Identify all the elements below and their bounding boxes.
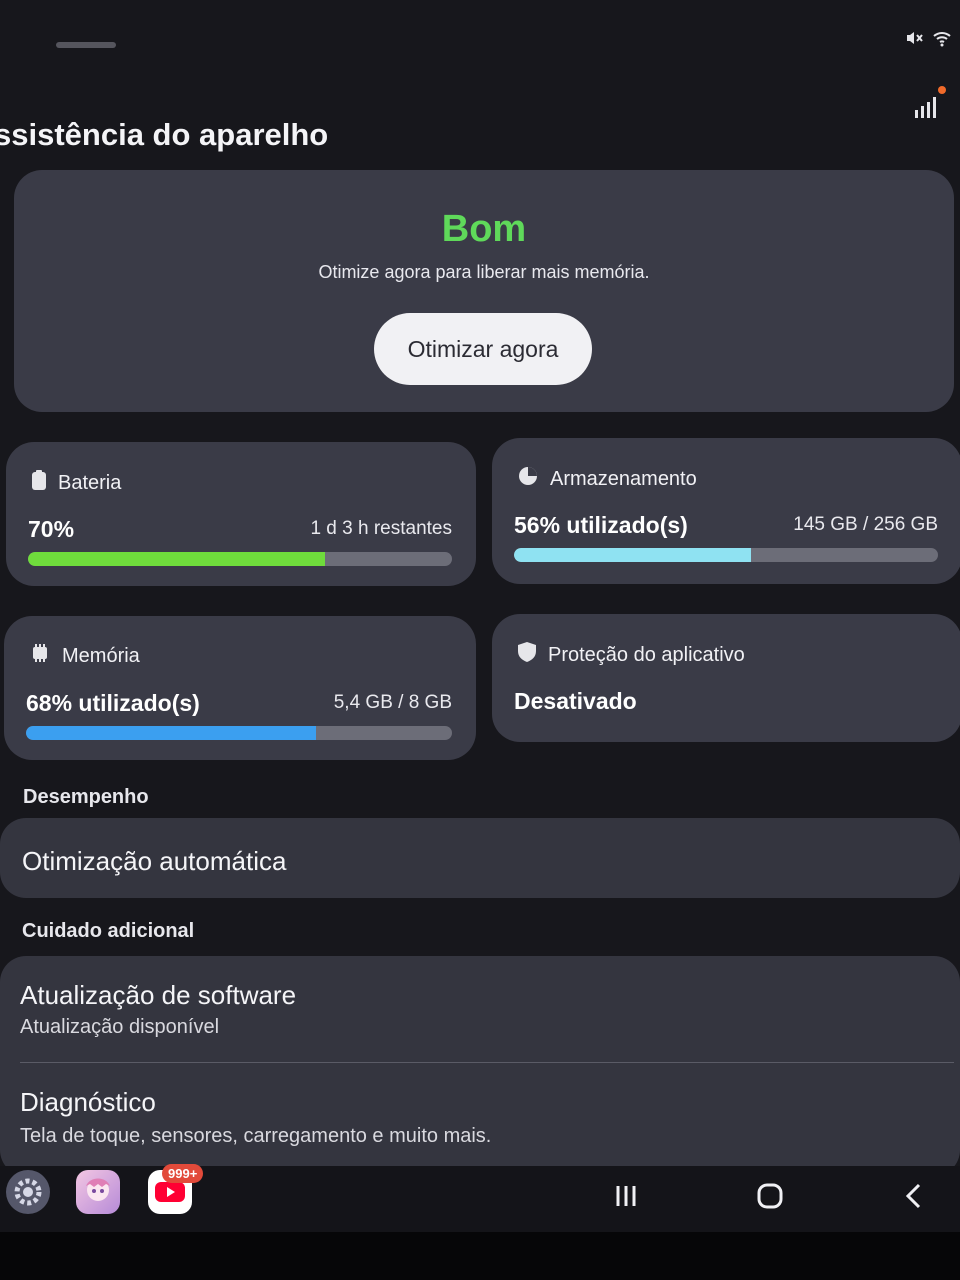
notification-count-badge: 999+	[162, 1164, 204, 1183]
app-protection-tile-title: Proteção do aplicativo	[518, 642, 745, 668]
memory-tile-title: Memória	[30, 644, 140, 668]
storage-bar-fill	[514, 548, 752, 562]
diagnostics-subtitle: Tela de toque, sensores, carregamento e …	[20, 1125, 492, 1147]
software-update-title: Atualização de software	[20, 980, 297, 1010]
software-update-subtitle: Atualização disponível	[20, 1016, 220, 1038]
section-header-additional-care: Cuidado adicional	[22, 920, 195, 942]
diagnostics-item[interactable]: Diagnóstico Tela de toque, sensores, car…	[0, 1063, 960, 1176]
memory-bar	[26, 726, 452, 740]
page-title: ssistência do aparelho	[0, 116, 329, 152]
storage-tile[interactable]: Armazenamento 56% utilizado(s) 145 GB / …	[492, 438, 960, 584]
auto-optimization-item[interactable]: Otimização automática	[0, 818, 960, 898]
screen: ssistência do aparelho Bom Otimize agora…	[0, 0, 960, 1232]
battery-percent: 70%	[28, 516, 75, 542]
battery-remaining: 1 d 3 h restantes	[310, 518, 452, 539]
memory-chip-icon	[30, 644, 50, 668]
device-status-label: Bom	[441, 208, 527, 250]
storage-bar	[514, 548, 938, 562]
recents-icon	[613, 1183, 639, 1214]
app-protection-status: Desativado	[514, 688, 637, 714]
pie-chart-icon	[518, 466, 538, 492]
battery-icon	[32, 470, 46, 496]
back-button[interactable]	[894, 1180, 934, 1216]
status-icons	[904, 28, 952, 53]
navigation-bar	[0, 1166, 960, 1232]
signal-strength-icon	[912, 92, 942, 122]
game-app-icon[interactable]	[76, 1170, 120, 1214]
optimize-now-button[interactable]: Otimizar agora	[374, 313, 592, 385]
mute-icon	[904, 28, 924, 53]
storage-percent: 56% utilizado(s)	[514, 512, 688, 538]
shield-icon	[518, 642, 536, 668]
memory-label: Memória	[62, 644, 140, 667]
notification-dot	[938, 86, 946, 94]
battery-label: Bateria	[58, 471, 122, 494]
drag-handle[interactable]	[56, 42, 116, 48]
storage-label: Armazenamento	[550, 467, 697, 490]
device-bezel	[0, 1232, 960, 1280]
settings-app-icon[interactable]	[6, 1170, 50, 1214]
home-icon	[756, 1182, 784, 1215]
battery-bar-fill	[28, 552, 325, 566]
memory-percent: 68% utilizado(s)	[26, 690, 200, 716]
device-status-message: Otimize agora para liberar mais memória.	[318, 262, 650, 282]
software-update-item[interactable]: Atualização de software Atualização disp…	[0, 956, 960, 1062]
battery-tile[interactable]: Bateria 70% 1 d 3 h restantes	[6, 442, 476, 586]
device-status-card: Bom Otimize agora para liberar mais memó…	[14, 170, 954, 412]
app-protection-tile[interactable]: Proteção do aplicativo Desativado	[492, 614, 960, 742]
additional-care-list: Atualização de software Atualização disp…	[0, 956, 960, 1176]
recents-button[interactable]	[606, 1180, 646, 1216]
auto-optimization-label: Otimização automática	[22, 846, 287, 876]
back-icon	[902, 1182, 926, 1215]
memory-tile[interactable]: Memória 68% utilizado(s) 5,4 GB / 8 GB	[4, 616, 476, 760]
battery-tile-title: Bateria	[32, 470, 121, 496]
memory-bar-fill	[26, 726, 316, 740]
app-protection-label: Proteção do aplicativo	[548, 643, 745, 666]
section-header-performance: Desempenho	[23, 786, 149, 808]
storage-tile-title: Armazenamento	[518, 466, 697, 492]
home-button[interactable]	[750, 1180, 790, 1216]
memory-amount: 5,4 GB / 8 GB	[333, 692, 452, 713]
diagnostics-title: Diagnóstico	[20, 1087, 156, 1117]
wifi-icon	[932, 28, 952, 53]
battery-bar	[28, 552, 452, 566]
storage-amount: 145 GB / 256 GB	[793, 514, 938, 535]
